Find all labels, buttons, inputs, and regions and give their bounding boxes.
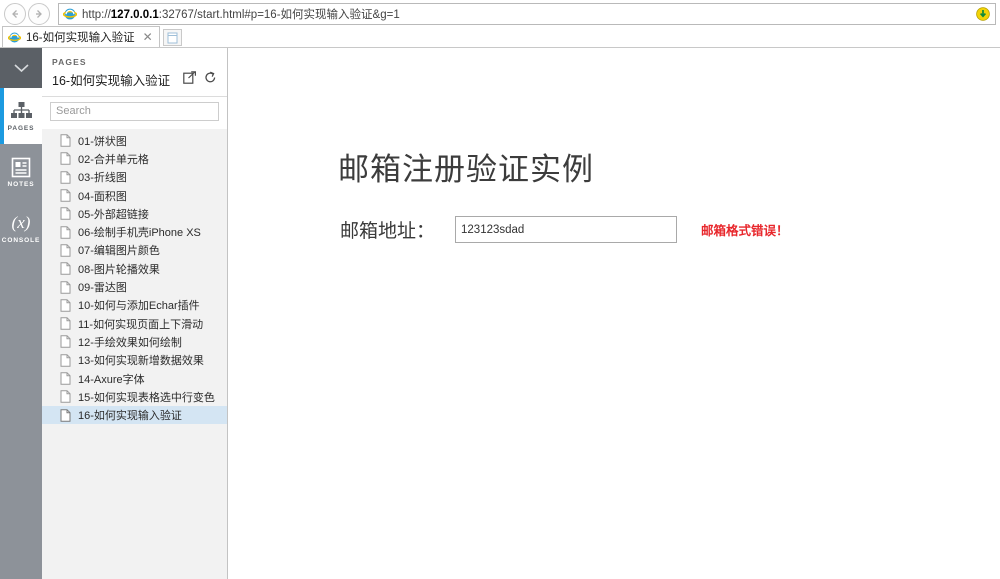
list-item-label: 15-如何实现表格选中行变色	[78, 389, 215, 405]
list-item[interactable]: 14-Axure字体	[42, 369, 227, 387]
sidebar-item-notes[interactable]: NOTES	[0, 144, 42, 200]
chevron-down-icon	[13, 63, 30, 73]
list-item-label: 01-饼状图	[78, 133, 127, 149]
list-item-label: 09-雷达图	[78, 279, 127, 295]
list-item-label: 06-绘制手机壳iPhone XS	[78, 224, 201, 240]
sidebar-item-label: CONSOLE	[2, 237, 40, 244]
page-file-icon	[60, 262, 71, 275]
browser-tab[interactable]: 16-如何实现输入验证 ✕	[2, 26, 160, 47]
list-item[interactable]: 13-如何实现新增数据效果	[42, 351, 227, 369]
list-item-label: 03-折线图	[78, 169, 127, 185]
page-file-icon	[60, 207, 71, 220]
url-text: http://127.0.0.1:32767/start.html#p=16-如…	[82, 6, 400, 22]
page-file-icon	[60, 189, 71, 202]
list-item[interactable]: 03-折线图	[42, 168, 227, 186]
page-title: 16-如何实现输入验证	[52, 70, 183, 89]
open-in-new-window-icon[interactable]	[183, 71, 196, 89]
browser-chrome: http://127.0.0.1:32767/start.html#p=16-如…	[0, 0, 1000, 48]
list-item[interactable]: 04-面积图	[42, 186, 227, 204]
pages-panel-kicker: PAGES	[52, 57, 217, 67]
email-form-row: 邮箱地址： 邮箱格式错误！	[340, 216, 789, 243]
list-item-label: 04-面积图	[78, 188, 127, 204]
download-arrow-icon[interactable]	[975, 6, 991, 22]
new-tab-button[interactable]	[163, 29, 182, 46]
list-item-label: 13-如何实现新增数据效果	[78, 352, 204, 368]
list-item[interactable]: 05-外部超链接	[42, 205, 227, 223]
list-item-label: 02-合并单元格	[78, 151, 149, 167]
page-file-icon	[60, 390, 71, 403]
list-item[interactable]: 08-图片轮播效果	[42, 260, 227, 278]
list-item[interactable]: 12-手绘效果如何绘制	[42, 333, 227, 351]
prototype-canvas: 邮箱注册验证实例 邮箱地址： 邮箱格式错误！	[228, 48, 1000, 579]
page-file-icon	[60, 171, 71, 184]
email-field[interactable]	[455, 216, 677, 243]
list-item[interactable]: 06-绘制手机壳iPhone XS	[42, 223, 227, 241]
sitemap-icon	[10, 100, 33, 122]
url-host: 127.0.0.1	[111, 9, 159, 21]
pages-panel-actions	[183, 71, 217, 89]
list-item[interactable]: 11-如何实现页面上下滑动	[42, 314, 227, 332]
email-field-label: 邮箱地址：	[340, 216, 435, 243]
page-file-icon	[60, 226, 71, 239]
search-container	[42, 97, 227, 129]
list-item-label: 05-外部超链接	[78, 206, 149, 222]
page-list[interactable]: 01-饼状图 02-合并单元格 03-折线图 04-面积图 05-外部超链接 0…	[42, 129, 227, 579]
ie-favicon-icon	[8, 31, 21, 44]
list-item[interactable]: 01-饼状图	[42, 132, 227, 150]
prototype-heading: 邮箱注册验证实例	[338, 144, 594, 189]
sidebar-item-label: PAGES	[8, 125, 35, 132]
list-item[interactable]: 07-编辑图片颜色	[42, 241, 227, 259]
tab-strip: 16-如何实现输入验证 ✕	[0, 26, 1000, 47]
page-file-icon	[60, 299, 71, 312]
validation-error-message: 邮箱格式错误！	[701, 220, 789, 239]
tab-title: 16-如何实现输入验证	[26, 29, 135, 45]
sidebar-item-pages[interactable]: PAGES	[0, 88, 42, 144]
sidebar-item-label: NOTES	[8, 181, 35, 188]
address-bar-row: http://127.0.0.1:32767/start.html#p=16-如…	[0, 0, 1000, 26]
page-file-icon	[60, 354, 71, 367]
back-arrow-icon[interactable]	[4, 3, 26, 25]
page-file-icon	[60, 244, 71, 257]
reload-rotate-icon[interactable]	[204, 71, 217, 89]
ie-favicon-icon	[63, 7, 77, 21]
search-input[interactable]	[50, 102, 219, 121]
variable-x-icon: (x)	[12, 212, 31, 234]
pages-panel: PAGES 16-如何实现输入验证	[42, 48, 228, 579]
page-file-icon	[60, 335, 71, 348]
pages-panel-header: PAGES 16-如何实现输入验证	[42, 48, 227, 97]
left-icon-rail: PAGES NOTES (x) CONSOLE	[0, 48, 42, 579]
list-item[interactable]: 10-如何与添加Echar插件	[42, 296, 227, 314]
collapse-panel-button[interactable]	[0, 48, 42, 88]
new-tab-icon	[167, 32, 178, 44]
page-file-icon	[60, 134, 71, 147]
sidebar-item-console[interactable]: (x) CONSOLE	[0, 200, 42, 256]
url-scheme: http://	[82, 9, 111, 21]
list-item-label: 12-手绘效果如何绘制	[78, 334, 182, 350]
forward-arrow-icon[interactable]	[28, 3, 50, 25]
list-item-label: 14-Axure字体	[78, 371, 145, 387]
list-item[interactable]: 15-如何实现表格选中行变色	[42, 388, 227, 406]
list-item[interactable]: 02-合并单元格	[42, 150, 227, 168]
page-file-icon	[60, 317, 71, 330]
pages-panel-title-row: 16-如何实现输入验证	[52, 70, 217, 89]
page-file-icon	[60, 281, 71, 294]
list-item-label: 10-如何与添加Echar插件	[78, 297, 200, 313]
list-item-label: 07-编辑图片颜色	[78, 242, 160, 258]
list-item-label: 11-如何实现页面上下滑动	[78, 316, 203, 332]
close-icon[interactable]: ✕	[141, 31, 155, 43]
page-file-icon	[60, 372, 71, 385]
page-file-icon	[60, 152, 71, 165]
url-path: :32767/start.html#p=16-如何实现输入验证&g=1	[159, 9, 400, 21]
list-item-selected[interactable]: 16-如何实现输入验证	[42, 406, 227, 424]
axure-app: PAGES NOTES (x) CONSOLE PAGES 16-如何实现输入验…	[0, 48, 1000, 579]
list-item-label: 08-图片轮播效果	[78, 261, 160, 277]
notes-icon	[11, 156, 31, 178]
page-file-icon	[60, 409, 71, 422]
url-input[interactable]: http://127.0.0.1:32767/start.html#p=16-如…	[58, 3, 996, 25]
list-item-label: 16-如何实现输入验证	[78, 407, 182, 423]
list-item[interactable]: 09-雷达图	[42, 278, 227, 296]
